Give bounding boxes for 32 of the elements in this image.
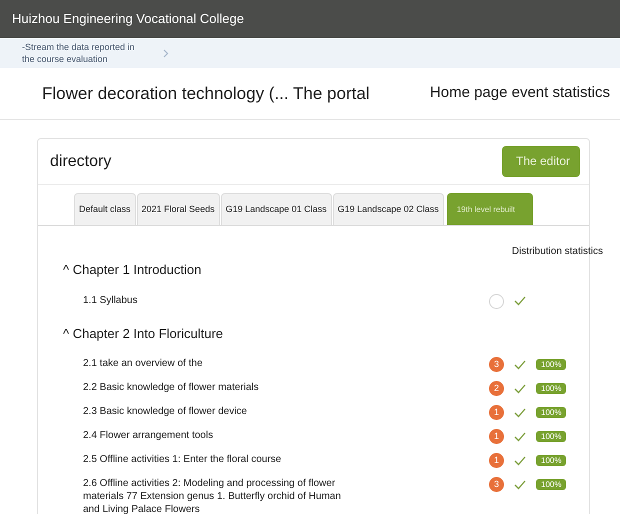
section-link[interactable]: 2.1 take an overview of the: [83, 357, 343, 370]
percent-badge: 100%: [536, 359, 566, 370]
section-link[interactable]: 1.1 Syllabus: [83, 294, 343, 306]
percent-badge: 100%: [536, 479, 566, 490]
site-title: Huizhou Engineering Vocational College: [12, 10, 244, 28]
statistics-link[interactable]: Home page event statistics: [430, 82, 610, 105]
count-badge: 3: [489, 357, 504, 372]
directory-title: directory: [50, 152, 112, 172]
chevron-right-icon: [163, 48, 169, 58]
class-tab[interactable]: G19 Landscape 02 Class: [332, 193, 444, 225]
class-tab[interactable]: 2021 Floral Seeds: [136, 193, 220, 225]
count-badge: 1: [489, 405, 504, 420]
section-link[interactable]: 2.3 Basic knowledge of flower device: [83, 405, 343, 418]
section-link[interactable]: 2.4 Flower arrangement tools: [83, 429, 343, 442]
percent-badge: 100%: [536, 383, 566, 394]
chapter-heading[interactable]: ^ Chapter 2 Into Floriculture: [63, 324, 579, 343]
percent-badge: 100%: [536, 431, 566, 442]
chapter-heading[interactable]: ^ Chapter 1 Introduction: [63, 260, 579, 280]
count-badge: 2: [489, 381, 504, 396]
count-badge: 1: [489, 453, 504, 468]
percent-badge: 100%: [536, 455, 566, 466]
count-badge: 3: [489, 477, 504, 492]
class-tab[interactable]: G19 Landscape 01 Class: [220, 193, 332, 225]
count-badge: 1: [489, 429, 504, 444]
section-link[interactable]: 2.2 Basic knowledge of flower materials: [83, 381, 343, 394]
percent-badge: 100%: [536, 407, 566, 418]
breadcrumb-link[interactable]: -Stream the data reported in the course evaluation: [22, 41, 147, 65]
section-link[interactable]: 2.5 Offline activities 1: Enter the floral course: [83, 453, 343, 466]
page-title: Flower decoration technology (... The portal: [42, 82, 370, 105]
class-tab[interactable]: Default class: [74, 193, 136, 225]
column-heading: Distribution statistics: [512, 245, 603, 259]
section-link[interactable]: 2.6 Offline activities 2: Modeling and processing of flower materials 77 Extension genus 1. Butterfly orchid of Human and Living Palace Flowers: [83, 477, 343, 514]
